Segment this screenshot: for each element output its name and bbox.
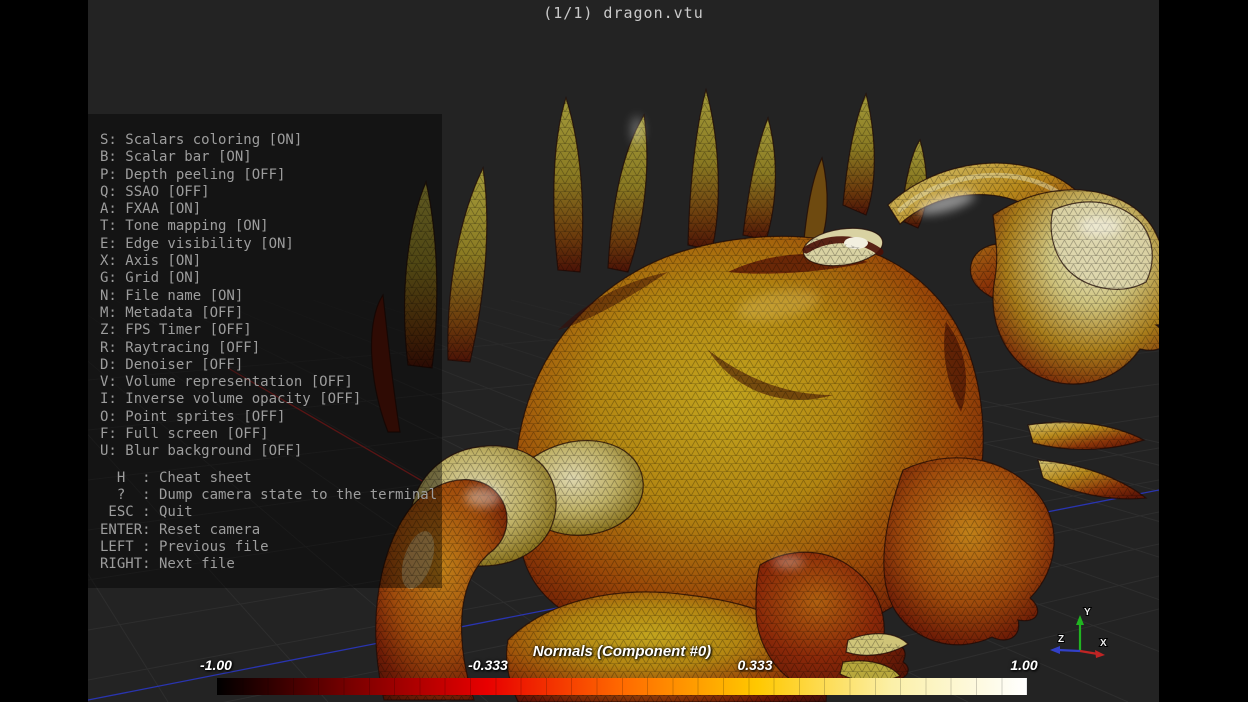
file-name-title: (1/1) dragon.vtu [88,4,1159,22]
cheatsheet-toggle: A: FXAA [ON] [100,201,442,218]
cheatsheet-toggle: R: Raytracing [OFF] [100,340,442,357]
cheatsheet-shortcut: H : Cheat sheet [100,470,442,487]
cheatsheet-toggle: N: File name [ON] [100,288,442,305]
axis-y-label: Y [1084,607,1091,618]
cheatsheet-toggle: X: Axis [ON] [100,253,442,270]
cheatsheet-toggle: F: Full screen [OFF] [100,426,442,443]
cheatsheet-shortcut: RIGHT: Next file [100,556,442,573]
axis-x-arrow: X [1080,638,1107,658]
render-viewport[interactable]: (1/1) dragon.vtu S: Scalars coloring [ON… [88,0,1159,702]
cheatsheet-toggle: D: Denoiser [OFF] [100,357,442,374]
cheatsheet-toggle: P: Depth peeling [OFF] [100,167,442,184]
cheatsheet-toggle: T: Tone mapping [ON] [100,218,442,235]
cheatsheet-shortcut: LEFT : Previous file [100,539,442,556]
app-window: (1/1) dragon.vtu S: Scalars coloring [ON… [0,0,1248,702]
axis-x-label: X [1100,638,1107,649]
cheatsheet-shortcut: ESC : Quit [100,504,442,521]
axis-z-arrow: Z [1050,634,1080,654]
cheatsheet-toggle: Z: FPS Timer [OFF] [100,322,442,339]
cheatsheet-toggle: Q: SSAO [OFF] [100,184,442,201]
cheatsheet-toggle: E: Edge visibility [ON] [100,236,442,253]
cheatsheet-toggle: I: Inverse volume opacity [OFF] [100,391,442,408]
cheatsheet-shortcut: ? : Dump camera state to the terminal [100,487,442,504]
axis-z-label: Z [1058,634,1064,645]
cheatsheet-shortcut: ENTER: Reset camera [100,522,442,539]
orientation-axes-widget[interactable]: Y X Z [1028,593,1148,688]
cheatsheet-panel: S: Scalars coloring [ON] B: Scalar bar [… [88,114,442,588]
cheatsheet-toggle: U: Blur background [OFF] [100,443,442,460]
axis-y-arrow: Y [1076,607,1091,651]
cheatsheet-toggle: B: Scalar bar [ON] [100,149,442,166]
cheatsheet-toggle: O: Point sprites [OFF] [100,409,442,426]
cheatsheet-toggle-list: S: Scalars coloring [ON] B: Scalar bar [… [100,132,442,461]
cheatsheet-toggle: G: Grid [ON] [100,270,442,287]
cheatsheet-toggle: V: Volume representation [OFF] [100,374,442,391]
cheatsheet-toggle: S: Scalars coloring [ON] [100,132,442,149]
cheatsheet-shortcut-list: H : Cheat sheet ? : Dump camera state to… [100,470,442,574]
cheatsheet-toggle: M: Metadata [OFF] [100,305,442,322]
